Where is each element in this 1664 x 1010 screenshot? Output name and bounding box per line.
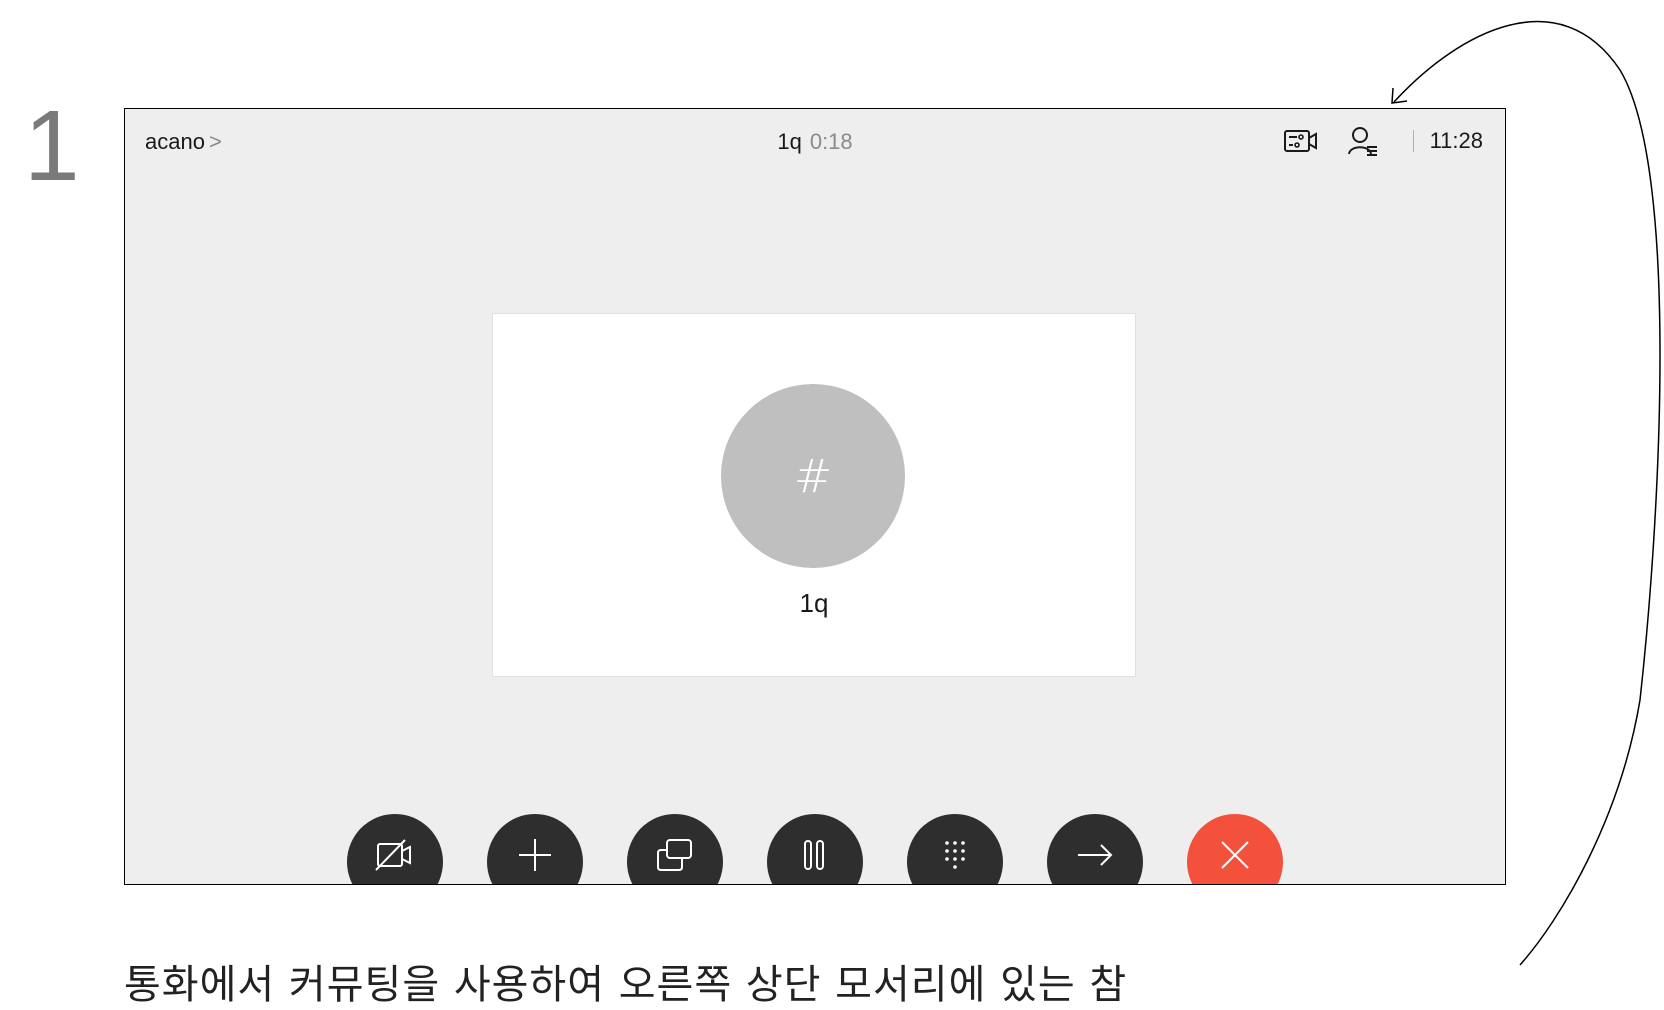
separator: [1412, 130, 1414, 152]
keypad-button[interactable]: [907, 814, 1003, 884]
share-screen-icon: [657, 839, 692, 871]
call-controls: [125, 814, 1505, 884]
transfer-button[interactable]: [1047, 814, 1143, 884]
status-area: 11:28: [1281, 123, 1483, 159]
participant-tile: # 1q: [492, 313, 1136, 677]
clock: 11:28: [1429, 128, 1483, 153]
pause-icon: [804, 840, 824, 870]
camera-off-button[interactable]: [347, 814, 443, 884]
keypad-icon: [945, 841, 965, 869]
step-number: 1: [24, 90, 80, 202]
participant-name: 1q: [799, 588, 829, 618]
end-call-button[interactable]: [1187, 814, 1283, 884]
call-header: acano > 1q 0:18 11:28: [125, 109, 1505, 173]
camera-off-icon: [375, 839, 411, 871]
arrow-right-icon: [1078, 844, 1113, 866]
add-call-button[interactable]: [487, 814, 583, 884]
plus-icon: [519, 839, 551, 871]
call-duration: 0:18: [809, 129, 853, 154]
avatar: #: [721, 384, 905, 568]
video-layout-icon[interactable]: [1281, 123, 1321, 159]
share-button[interactable]: [627, 814, 723, 884]
close-icon: [1221, 841, 1249, 869]
participants-icon[interactable]: [1343, 123, 1383, 159]
hold-button[interactable]: [767, 814, 863, 884]
call-title-name: 1q: [777, 129, 802, 154]
instruction-caption: 통화에서 커뮤팅을 사용하여 오른쪽 상단 모서리에 있는 참: [124, 962, 1128, 1008]
touch-screen: acano > 1q 0:18 11:28 # 1q: [124, 108, 1506, 885]
